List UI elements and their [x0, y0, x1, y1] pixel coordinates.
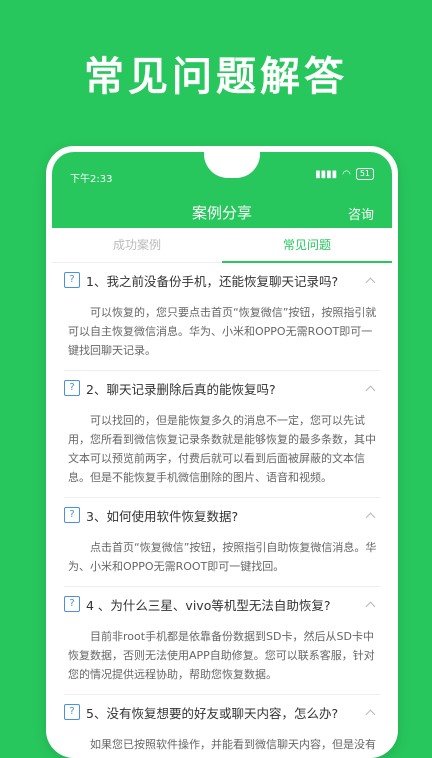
faq-question-row[interactable]: ? 3、如何使用软件恢复数据?: [64, 498, 380, 532]
chevron-up-icon[interactable]: [365, 512, 376, 522]
faq-answer: 可以恢复的，您只要点击首页“恢复微信”按钮，按照指引就可以自主恢复微信消息。华为…: [68, 306, 377, 357]
faq-question-row[interactable]: ? 1、我之前没备份手机，还能恢复聊天记录吗?: [64, 263, 380, 297]
chevron-up-icon[interactable]: [365, 709, 376, 719]
faq-question: 5、没有恢复想要的好友或聊天内容，怎么办?: [86, 705, 339, 721]
faq-answer: 点击首页“恢复微信”按钮，按照指引自助恢复微信消息。华为、小米和OPPO无需RO…: [68, 541, 377, 573]
question-icon: ?: [64, 704, 80, 720]
faq-question-row[interactable]: ? 2、聊天记录删除后真的能恢复吗?: [64, 371, 380, 405]
wifi-icon: ◠: [342, 168, 351, 180]
faq-question-row[interactable]: ? 5、没有恢复想要的好友或聊天内容，怎么办?: [64, 695, 380, 729]
question-icon: ?: [64, 272, 80, 288]
faq-answer: 可以找回的，但是能恢复多久的消息不一定，您可以先试用，您所看到微信恢复记录条数就…: [68, 414, 376, 484]
status-time: 下午2:33: [70, 174, 113, 185]
faq-question: 2、聊天记录删除后真的能恢复吗?: [86, 381, 276, 397]
chevron-up-icon[interactable]: [365, 385, 376, 395]
faq-item: ? 5、没有恢复想要的好友或聊天内容，怎么办? 如果您已按照软件操作，并能看到微…: [64, 695, 380, 752]
phone-notch: [204, 152, 260, 178]
tab-faq[interactable]: 常见问题: [222, 228, 392, 263]
headline: 常见问题解答: [84, 54, 348, 100]
phone-frame: 下午2:33 ▮▮▮▮ ◠ 51 案例分享 咨询 成功案例 常见问题 ? 1、我…: [46, 146, 398, 758]
chevron-up-icon[interactable]: [365, 277, 376, 287]
faq-answer: 目前非root手机都是依靠备份数据到SD卡，然后从SD卡中恢复数据，否则无法使用…: [68, 630, 375, 681]
tab-bar: 成功案例 常见问题: [52, 228, 392, 263]
question-icon: ?: [64, 507, 80, 523]
faq-item: ? 4 、为什么三星、vivo等机型无法自助恢复? 目前非root手机都是依靠备…: [64, 587, 380, 695]
status-icons: ▮▮▮▮ ◠ 51: [315, 168, 374, 180]
question-icon: ?: [64, 380, 80, 396]
chevron-up-icon[interactable]: [365, 601, 376, 611]
faq-answer: 如果您已按照软件操作，并能看到微信聊天内容，但是没有您想要的信息，说明已经被彻底…: [90, 738, 376, 751]
signal-icon: ▮▮▮▮: [315, 168, 338, 180]
faq-list: ? 1、我之前没备份手机，还能恢复聊天记录吗? 可以恢复的，您只要点击首页“恢复…: [52, 263, 392, 752]
faq-item: ? 1、我之前没备份手机，还能恢复聊天记录吗? 可以恢复的，您只要点击首页“恢复…: [64, 263, 380, 371]
faq-question-row[interactable]: ? 4 、为什么三星、vivo等机型无法自助恢复?: [64, 587, 380, 621]
consult-button[interactable]: 咨询: [348, 204, 374, 223]
faq-item: ? 2、聊天记录删除后真的能恢复吗? 可以找回的，但是能恢复多久的消息不一定，您…: [64, 371, 380, 498]
faq-item: ? 3、如何使用软件恢复数据? 点击首页“恢复微信”按钮，按照指引自助恢复微信消…: [64, 498, 380, 587]
question-icon: ?: [64, 596, 80, 612]
faq-question: 3、如何使用软件恢复数据?: [86, 508, 239, 524]
faq-question: 1、我之前没备份手机，还能恢复聊天记录吗?: [86, 273, 339, 289]
faq-question: 4 、为什么三星、vivo等机型无法自助恢复?: [86, 597, 331, 613]
battery-icon: 51: [355, 168, 374, 180]
page-title: 案例分享: [191, 204, 252, 222]
tab-success-cases[interactable]: 成功案例: [52, 228, 222, 262]
